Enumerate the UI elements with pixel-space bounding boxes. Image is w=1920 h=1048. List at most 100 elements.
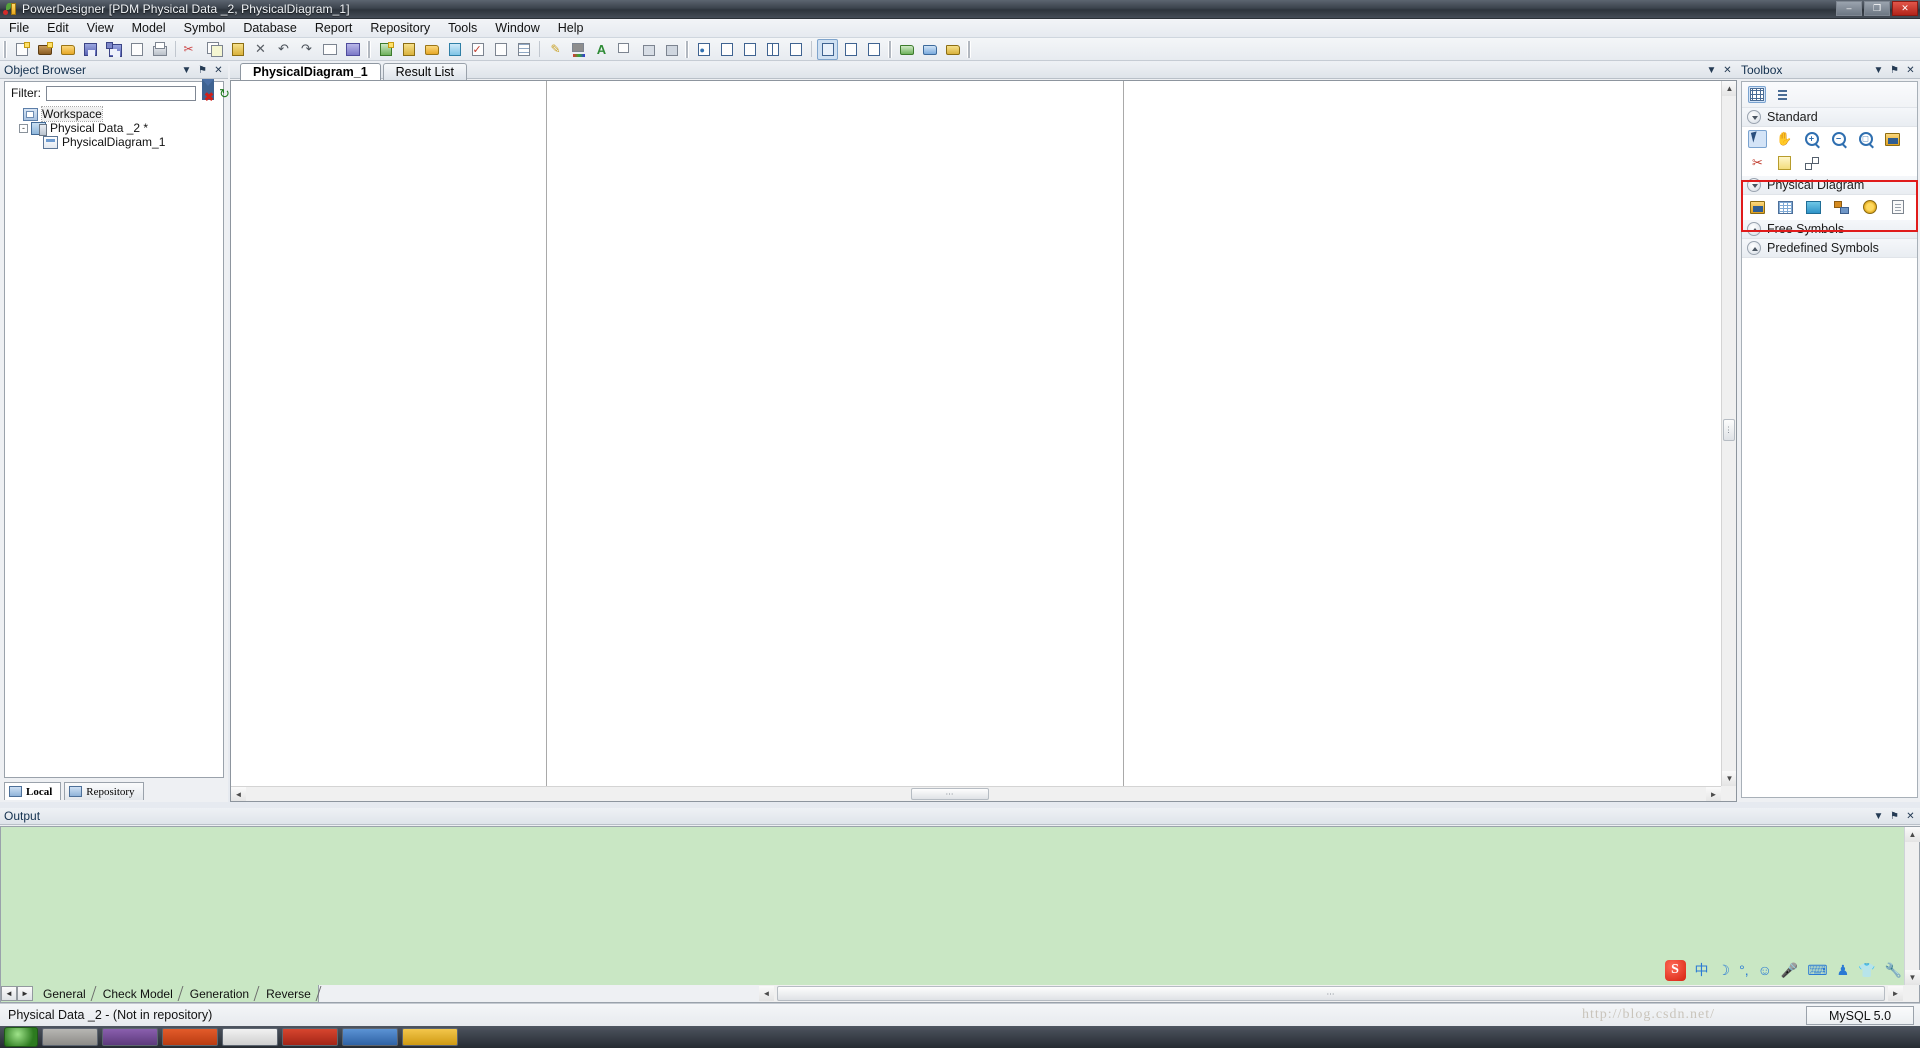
zoom-selection-icon[interactable] [716,39,737,60]
model-options-icon[interactable] [421,39,442,60]
send-backward-icon[interactable] [637,39,658,60]
generate-database-icon[interactable] [444,39,465,60]
toolbox-group-free-symbols-header[interactable]: Free Symbols [1742,220,1917,239]
menu-help[interactable]: Help [549,19,593,37]
view-preview-icon[interactable] [840,39,861,60]
output-tab-reverse[interactable]: Reverse [256,986,318,1001]
view-list-icon[interactable] [863,39,884,60]
diagram-hscroll-thumb[interactable]: ⋯ [911,788,989,800]
sogou-ime-icon[interactable]: S [1664,959,1686,981]
start-orb-icon[interactable] [4,1027,38,1047]
diagram-horizontal-scrollbar[interactable]: ◄ ► ⋯ [231,786,1721,801]
window-single-icon[interactable] [739,39,760,60]
reference-icon[interactable] [1832,198,1851,216]
tree-node-diagram[interactable]: PhysicalDiagram_1 [43,135,223,149]
package-icon[interactable] [1748,198,1767,216]
menu-file[interactable]: File [0,19,38,37]
output-scroll-up-button[interactable]: ▲ [1905,827,1920,842]
tab-result-list[interactable]: Result List [382,63,468,80]
tab-physicaldiagram-1[interactable]: PhysicalDiagram_1 [240,63,381,80]
view-normal-icon[interactable] [817,38,838,60]
menu-view[interactable]: View [78,19,123,37]
bring-to-front-icon[interactable] [614,39,635,60]
diagram-vertical-scrollbar[interactable]: ▲ ▼ ⋮ [1721,81,1736,786]
output-tab-check-model[interactable]: Check Model [93,986,180,1001]
output-close-icon[interactable]: ✕ [1904,810,1917,823]
tree-node-model[interactable]: - Physical Data _2 * [19,121,223,136]
menu-edit[interactable]: Edit [38,19,78,37]
output-hscroll-thumb[interactable]: ⋯ [777,986,1885,1001]
zoom-fit-icon[interactable]: ● [693,39,714,60]
check-model-icon[interactable]: ✓ [467,39,488,60]
wrench-icon[interactable]: 🔧 [1885,963,1902,977]
pointer-icon[interactable] [1748,130,1767,148]
chinese-mode-icon[interactable]: 中 [1695,963,1709,977]
diagram-canvas[interactable] [231,81,1721,786]
save-icon[interactable] [80,39,101,60]
browser-tab-repository[interactable]: Repository [64,782,144,800]
output-vertical-scrollbar[interactable]: ▲ ▼ [1904,827,1920,985]
file-icon[interactable] [1888,198,1907,216]
chevron-up-icon[interactable] [1747,110,1761,124]
font-color-icon[interactable]: A [591,39,612,60]
send-to-back-icon[interactable] [660,39,681,60]
help-icon[interactable] [342,39,363,60]
new-model-icon[interactable] [11,39,32,60]
zoom-area-icon[interactable]: □ [1856,130,1875,148]
scroll-right-button[interactable]: ► [1706,787,1721,801]
taskbar-item-3[interactable] [162,1028,218,1046]
copy-icon[interactable] [204,39,225,60]
moon-icon[interactable]: ☽ [1718,963,1731,977]
grid-icon[interactable] [513,39,534,60]
palette-grid-icon[interactable] [1748,86,1766,103]
skin-icon[interactable]: 👕 [1858,963,1875,977]
taskbar-item-5[interactable] [282,1028,338,1046]
menu-window[interactable]: Window [486,19,548,37]
table-icon[interactable] [1776,198,1795,216]
palette-list-icon[interactable] [1772,86,1790,103]
diagram-close-icon[interactable]: ✕ [1721,64,1734,77]
taskbar-item-7[interactable] [402,1028,458,1046]
window-overview-icon[interactable] [785,39,806,60]
redo-icon[interactable]: ↷ [296,39,317,60]
browser-icon[interactable] [896,39,917,60]
dbms-status-badge[interactable]: MySQL 5.0 [1806,1006,1914,1025]
format-brush-icon[interactable]: ✎ [545,39,566,60]
menu-model[interactable]: Model [123,19,175,37]
new-package-icon[interactable] [34,39,55,60]
clear-filter-icon[interactable]: ✖ [201,78,214,103]
restore-button[interactable]: ❐ [1864,1,1890,16]
cut-icon[interactable]: ✂ [181,39,202,60]
filter-input[interactable] [46,85,196,101]
minimize-button[interactable]: – [1836,1,1862,16]
link-icon[interactable] [1802,154,1821,172]
print-icon[interactable] [149,39,170,60]
menu-repository[interactable]: Repository [361,19,439,37]
zoom-out-icon[interactable]: − [1829,130,1848,148]
output-tab-prev-button[interactable]: ◄ [1,986,17,1001]
toolbar-grip-3[interactable] [685,40,689,58]
menu-report[interactable]: Report [306,19,362,37]
punctuation-icon[interactable]: °, [1739,963,1749,977]
chevron-down-icon-3[interactable] [1747,222,1761,236]
toolbar-grip-5[interactable] [967,40,971,58]
diagram-chevron-down-icon[interactable]: ▼ [1705,64,1718,77]
result-icon[interactable] [942,39,963,60]
keyboard-icon[interactable]: ⌨ [1807,963,1827,977]
view-icon[interactable] [1804,198,1823,216]
close-icon[interactable]: ✕ [212,64,225,77]
taskbar-item-1[interactable] [42,1028,98,1046]
delete-scissors-icon[interactable]: ✂ [1748,154,1767,172]
open-icon[interactable] [57,39,78,60]
taskbar-item-6[interactable] [342,1028,398,1046]
toolbar-grip-2[interactable] [367,40,371,58]
taskbar-item-4[interactable] [222,1028,278,1046]
toolbox-group-physical-diagram-header[interactable]: Physical Diagram [1742,176,1917,195]
print-preview-icon[interactable] [126,39,147,60]
undo-icon[interactable]: ↶ [273,39,294,60]
tree-expander-model[interactable]: - [19,123,28,133]
menu-database[interactable]: Database [234,19,306,37]
diagram-vscroll-thumb[interactable]: ⋮ [1723,419,1735,441]
output-icon[interactable] [919,39,940,60]
output-scroll-right-button[interactable]: ► [1888,986,1903,1001]
